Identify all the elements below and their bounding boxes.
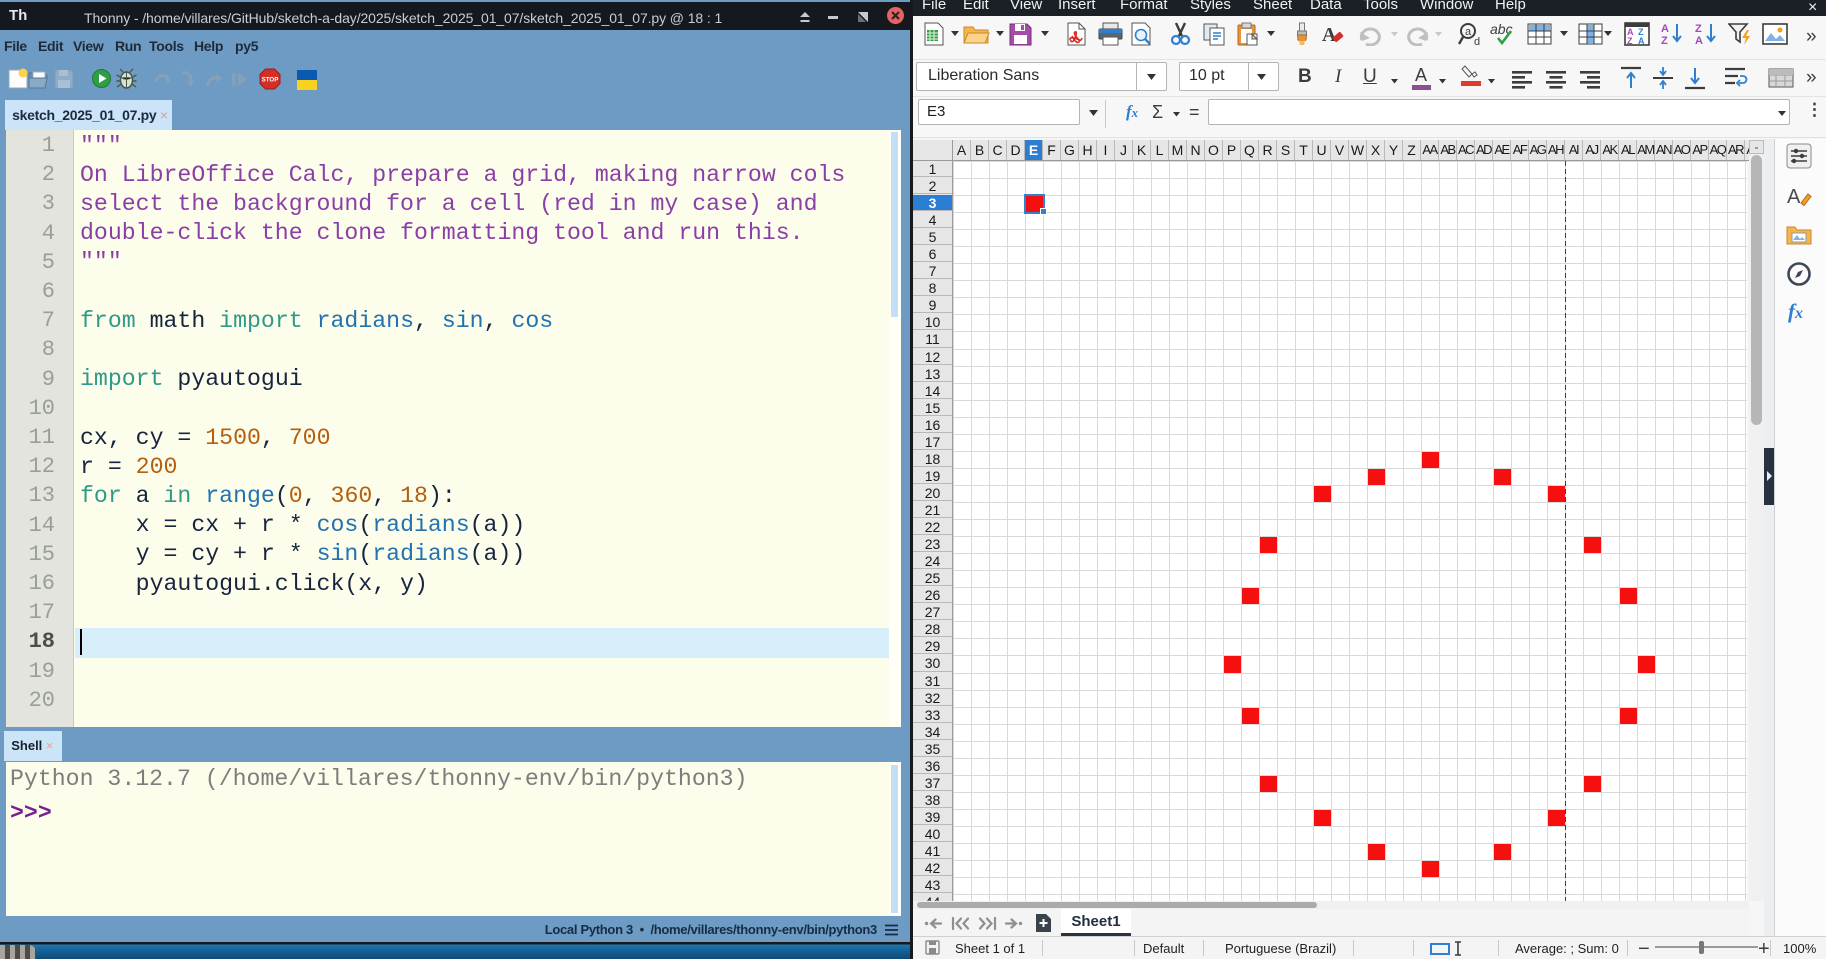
svg-text:Z: Z xyxy=(1627,36,1633,46)
svg-text:A: A xyxy=(1661,23,1669,35)
svg-text:A: A xyxy=(1322,24,1337,46)
svg-text:A: A xyxy=(1695,35,1703,46)
svg-text:Z: Z xyxy=(1695,23,1702,35)
svg-text:STOP: STOP xyxy=(262,77,279,84)
svg-text:A: A xyxy=(1638,36,1645,46)
svg-text:a: a xyxy=(1465,26,1472,38)
svg-text:A: A xyxy=(1787,186,1801,208)
svg-text:d: d xyxy=(1474,36,1480,46)
svg-text:Z: Z xyxy=(1661,35,1668,46)
